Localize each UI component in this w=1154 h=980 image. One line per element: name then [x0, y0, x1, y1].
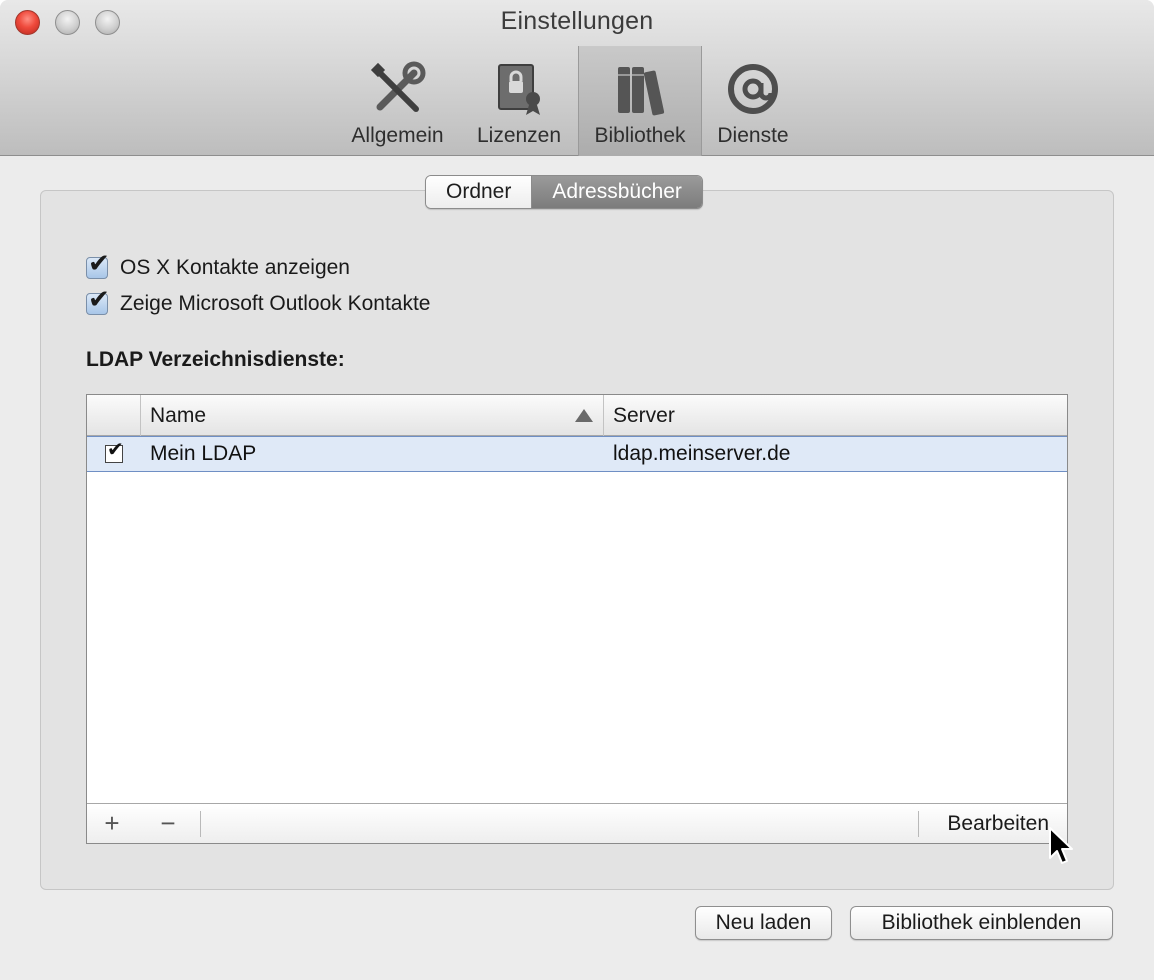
ldap-table: Name Server ✔ Mein LDAP ldap.meinserver.… — [86, 394, 1068, 844]
reload-button[interactable]: Neu laden — [695, 906, 832, 940]
edit-ldap-button[interactable]: Bearbeiten — [947, 804, 1049, 843]
outlook-contacts-option[interactable]: ✔ Zeige Microsoft Outlook Kontakte — [86, 286, 431, 316]
show-library-button[interactable]: Bibliothek einblenden — [850, 906, 1113, 940]
tools-icon — [368, 58, 428, 120]
tab-ordner[interactable]: Ordner — [426, 176, 532, 208]
checkmark-icon: ✔ — [88, 284, 110, 314]
table-row[interactable]: ✔ Mein LDAP ldap.meinserver.de — [87, 436, 1067, 472]
toolbar-label-lizenzen: Lizenzen — [476, 124, 562, 147]
title-bar: Einstellungen Allgemein Lizenzen Bibliot… — [0, 0, 1154, 156]
tab-adressbuecher[interactable]: Adressbücher — [531, 176, 702, 208]
preferences-window: Einstellungen Allgemein Lizenzen Bibliot… — [0, 0, 1154, 980]
toolbar-label-bibliothek: Bibliothek — [594, 124, 686, 147]
footer-divider — [918, 811, 919, 837]
add-ldap-button[interactable]: + — [97, 804, 127, 843]
footer-divider — [200, 811, 201, 837]
column-header-name-label: Name — [150, 404, 207, 427]
outlook-contacts-label: Zeige Microsoft Outlook Kontakte — [120, 292, 431, 315]
outlook-contacts-checkbox[interactable]: ✔ — [86, 286, 110, 315]
toolbar-item-allgemein[interactable]: Allgemein — [340, 46, 455, 156]
ldap-section-title: LDAP Verzeichnisdienste: — [86, 348, 345, 371]
row-enabled-cell: ✔ — [87, 437, 141, 471]
osx-contacts-checkbox[interactable]: ✔ — [86, 250, 110, 279]
column-header-server[interactable]: Server — [604, 395, 1067, 436]
row-name-cell: Mein LDAP — [150, 442, 257, 465]
osx-contacts-label: OS X Kontakte anzeigen — [120, 256, 350, 279]
at-sign-icon — [723, 58, 783, 120]
mouse-pointer-icon — [1049, 827, 1073, 864]
row-enabled-checkbox[interactable]: ✔ — [105, 440, 124, 463]
osx-contacts-option[interactable]: ✔ OS X Kontakte anzeigen — [86, 250, 350, 280]
toolbar-item-dienste[interactable]: Dienste — [708, 46, 798, 156]
license-certificate-icon — [489, 58, 549, 120]
toolbar-label-dienste: Dienste — [717, 124, 789, 147]
table-footer: + − Bearbeiten — [87, 803, 1067, 843]
sort-ascending-icon — [575, 409, 593, 422]
books-icon — [610, 58, 670, 120]
toolbar-item-lizenzen[interactable]: Lizenzen — [466, 46, 572, 156]
checkmark-icon: ✔ — [107, 439, 124, 461]
toolbar-label-allgemein: Allgemein — [351, 124, 444, 147]
window-title: Einstellungen — [500, 7, 654, 35]
row-server-cell: ldap.meinserver.de — [613, 442, 791, 465]
tab-bar: Ordner Adressbücher — [425, 175, 703, 209]
column-header-enabled[interactable] — [87, 395, 141, 436]
toolbar-item-bibliothek[interactable]: Bibliothek — [578, 46, 702, 156]
table-header: Name Server — [87, 395, 1067, 436]
column-header-name[interactable]: Name — [141, 395, 604, 436]
remove-ldap-button[interactable]: − — [153, 804, 183, 843]
checkmark-icon: ✔ — [88, 248, 110, 278]
